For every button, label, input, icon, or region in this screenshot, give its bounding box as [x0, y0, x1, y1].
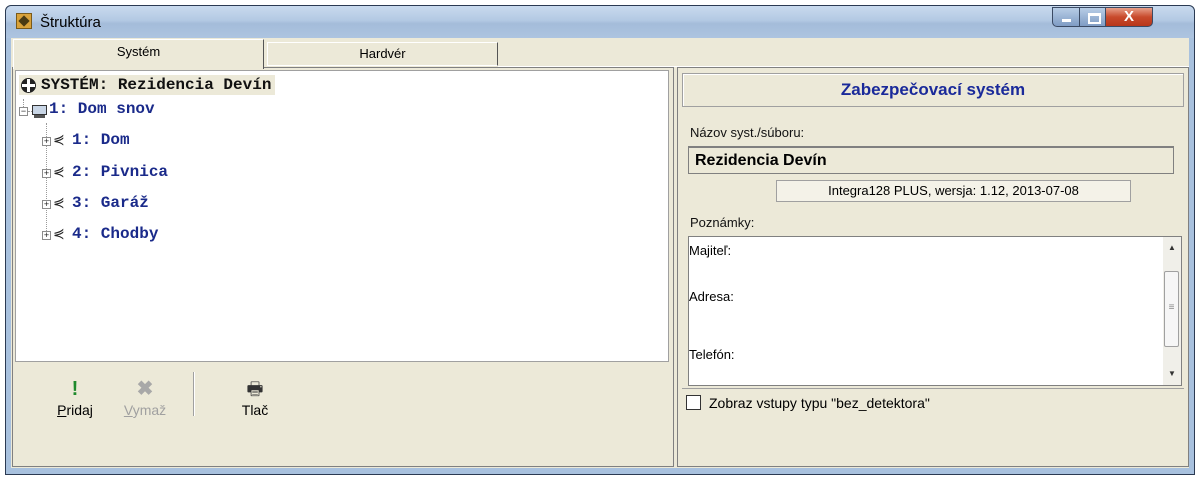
printer-icon: 🖶 [246, 379, 264, 399]
tree-node-label: 1: Dom [72, 131, 130, 149]
expand-icon[interactable]: + [42, 137, 51, 146]
app-icon [16, 13, 32, 29]
struktura-window: Štruktúra X Systém Hardvér SYSTÉM: Rezid… [5, 5, 1195, 475]
tree-node-module[interactable]: 1: Dom snov [49, 100, 155, 118]
tree-toolbar: ! Pridaj ✖ Vymaž 🖶 Tlač [15, 366, 669, 462]
print-button[interactable]: 🖶 Tlač [225, 374, 285, 430]
notes-line: Telefón: [689, 347, 735, 362]
title-bar[interactable]: Štruktúra X [6, 6, 1194, 38]
print-button-label: Tlač [241, 402, 269, 418]
collapse-icon[interactable]: − [19, 107, 28, 116]
partition-icon: ⋞ [53, 132, 65, 148]
partition-icon: ⋞ [53, 195, 65, 211]
partition-icon: ⋞ [53, 226, 65, 242]
toolbar-separator [193, 372, 195, 416]
window-title: Štruktúra [40, 14, 101, 31]
notes-label: Poznámky: [690, 215, 755, 230]
tree-node-partition[interactable]: 2: Pivnica [72, 163, 168, 181]
show-no-detector-checkbox-row[interactable]: Zobraz vstupy typu "bez_detektora" [686, 395, 930, 411]
add-button-label: Pridaj [57, 402, 93, 418]
scroll-down-icon[interactable]: ▼ [1163, 365, 1181, 383]
tab-strip: Systém Hardvér [11, 38, 1189, 69]
tree-node-partition[interactable]: 4: Chodby [72, 225, 158, 243]
expand-icon[interactable]: + [42, 200, 51, 209]
details-header: Zabezpečovací systém [682, 73, 1184, 107]
scroll-up-icon[interactable]: ▲ [1163, 239, 1181, 257]
tab-system[interactable]: Systém [13, 39, 264, 69]
tree-node-partition[interactable]: 1: Dom [72, 131, 130, 149]
notes-line: Majiteľ: [689, 243, 732, 258]
x-icon: ✖ [136, 378, 154, 400]
pane-divider [682, 388, 1184, 389]
name-label: Názov syst./súboru: [690, 125, 805, 140]
notes-textarea[interactable]: Majiteľ: Adresa: Telefón: ▲ ≡ ▼ [688, 236, 1182, 386]
tab-hardver[interactable]: Hardvér [267, 42, 498, 66]
tree-root-label: SYSTÉM: Rezidencia Devín [41, 76, 272, 94]
tree-root-system[interactable]: SYSTÉM: Rezidencia Devín [19, 75, 276, 95]
checkbox-label: Zobraz vstupy typu "bez_detektora" [709, 395, 930, 411]
minimize-button[interactable] [1052, 7, 1080, 27]
show-no-detector-checkbox[interactable] [686, 395, 701, 410]
tree-node-label: 3: Garáž [72, 194, 149, 212]
tree-node-label: 4: Chodby [72, 225, 159, 243]
scrollbar-thumb[interactable]: ≡ [1164, 271, 1179, 347]
expand-icon[interactable]: + [42, 231, 51, 240]
tree-node-label: 1: Dom snov [49, 100, 155, 118]
module-icon [31, 104, 47, 118]
structure-tree[interactable]: SYSTÉM: Rezidencia Devín − 1: Dom snov +… [15, 70, 669, 362]
delete-button-label: Vymaž [123, 402, 167, 418]
partition-icon: ⋞ [53, 164, 65, 180]
delete-button[interactable]: ✖ Vymaž [115, 374, 175, 430]
notes-line: Adresa: [689, 289, 734, 304]
expand-icon[interactable]: + [42, 169, 51, 178]
structure-pane: SYSTÉM: Rezidencia Devín − 1: Dom snov +… [12, 67, 674, 467]
tree-node-partition[interactable]: 3: Garáž [72, 194, 149, 212]
system-name-field[interactable]: Rezidencia Devín [688, 146, 1174, 174]
window-client-area: Systém Hardvér SYSTÉM: Rezidencia Devín … [11, 38, 1189, 468]
add-button[interactable]: ! Pridaj [45, 374, 105, 430]
system-icon [21, 78, 36, 93]
tree-node-label: 2: Pivnica [72, 163, 169, 181]
details-pane: Zabezpečovací systém Názov syst./súboru:… [677, 67, 1189, 467]
version-info: Integra128 PLUS, wersja: 1.12, 2013-07-0… [776, 180, 1131, 202]
notes-scrollbar[interactable]: ▲ ≡ ▼ [1163, 237, 1181, 385]
exclamation-icon: ! [71, 378, 79, 400]
maximize-button[interactable] [1079, 7, 1106, 27]
close-button[interactable]: X [1105, 7, 1153, 27]
